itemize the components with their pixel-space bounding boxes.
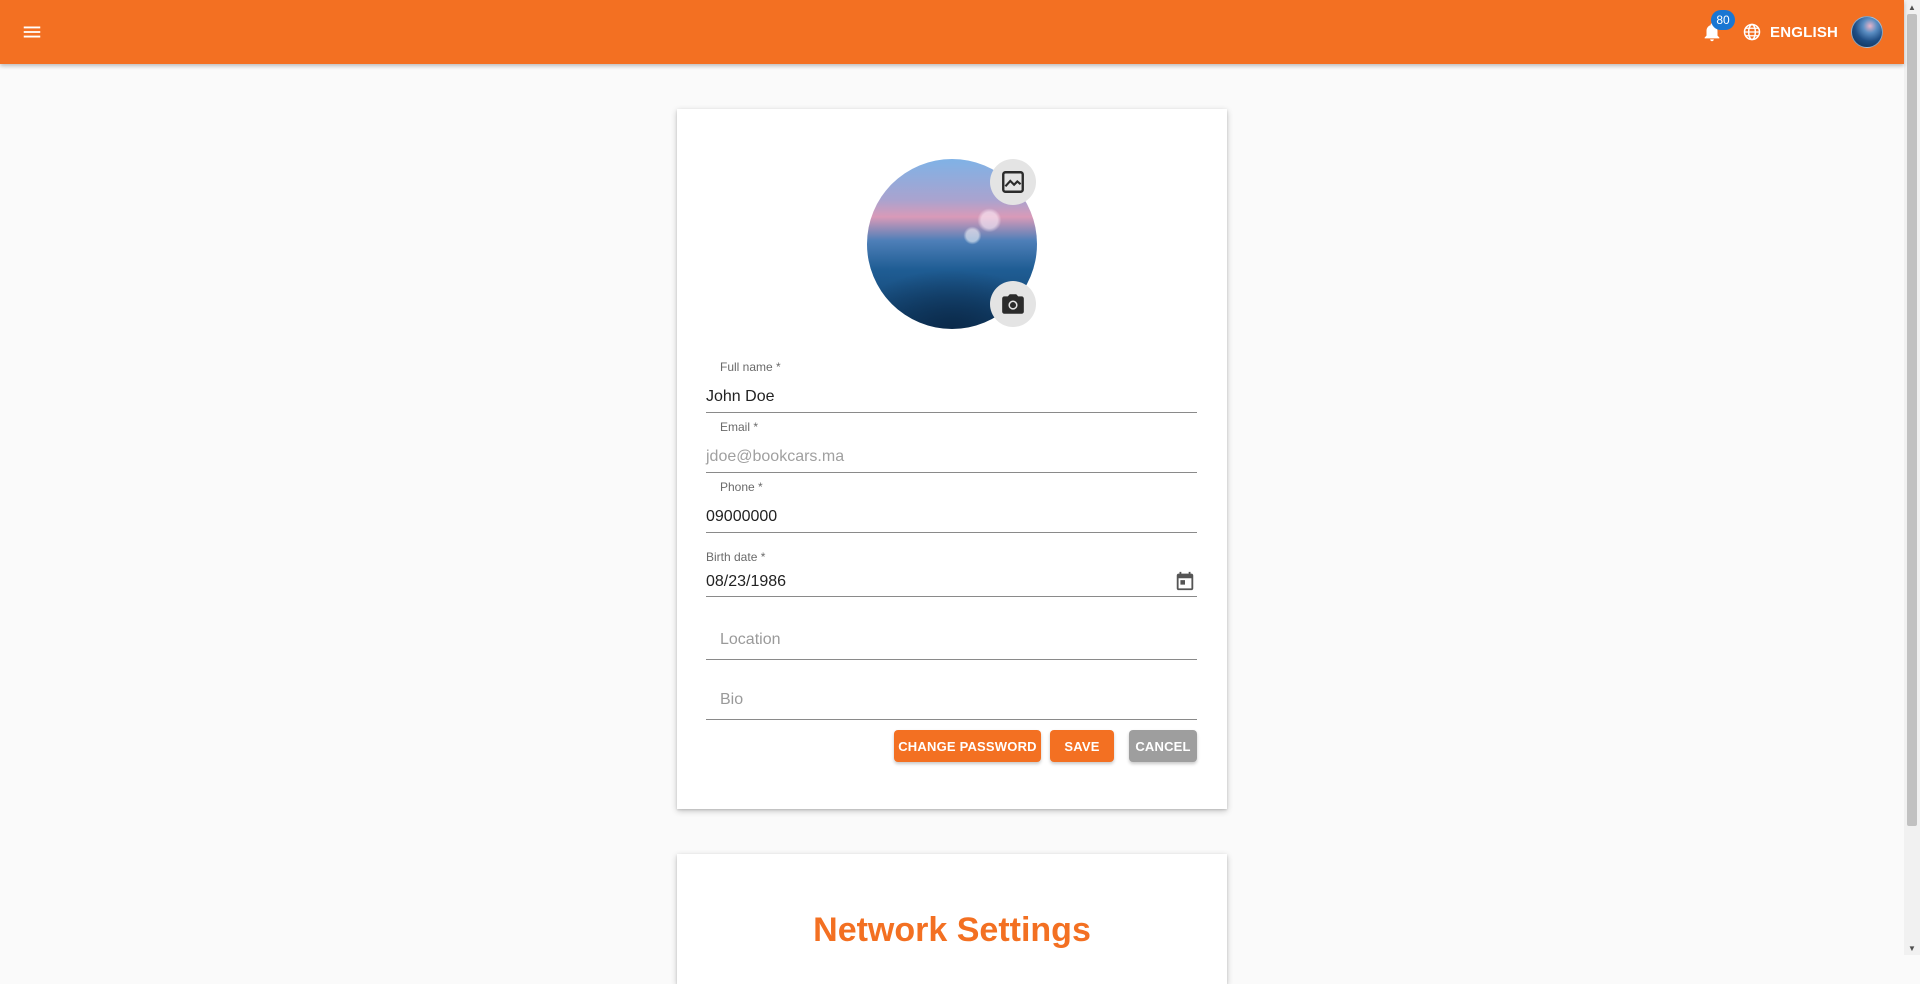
profile-card: Full name * John Doe Email * jdoe@bookca…	[677, 109, 1227, 809]
network-settings-title: Network Settings	[813, 911, 1091, 949]
location-underline	[706, 659, 1197, 660]
birth-date-underline	[706, 596, 1197, 597]
bio-input[interactable]: Bio	[720, 691, 743, 709]
full-name-field[interactable]: Full name * John Doe	[706, 349, 1197, 413]
full-name-input[interactable]: John Doe	[706, 388, 775, 406]
scroll-down-arrow-icon[interactable]: ▼	[1904, 941, 1920, 955]
language-label: ENGLISH	[1770, 23, 1839, 41]
scrollbar-thumb[interactable]	[1907, 14, 1917, 826]
birth-date-field[interactable]: Birth date * 08/23/1986	[706, 539, 1197, 597]
upload-image-button[interactable]	[990, 159, 1036, 205]
bio-field[interactable]: Bio	[706, 669, 1197, 720]
email-input[interactable]: jdoe@bookcars.ma	[706, 448, 844, 466]
notification-badge: 80	[1711, 10, 1735, 30]
change-password-button[interactable]: CHANGE PASSWORD	[894, 730, 1041, 762]
email-label: Email *	[720, 420, 759, 434]
take-photo-button[interactable]	[990, 281, 1036, 327]
app-bar: 80 ENGLISH	[0, 0, 1904, 64]
user-avatar[interactable]	[1851, 16, 1883, 48]
globe-icon	[1743, 23, 1761, 41]
full-name-label: Full name *	[720, 360, 781, 374]
page-scrollbar[interactable]: ▲ ▼	[1904, 0, 1920, 955]
email-field[interactable]: Email * jdoe@bookcars.ma	[706, 409, 1197, 473]
phone-underline	[706, 532, 1197, 533]
language-selector[interactable]: ENGLISH	[1742, 18, 1838, 46]
avatar-editor	[867, 159, 1037, 329]
location-field[interactable]: Location	[706, 609, 1197, 660]
menu-button[interactable]	[16, 16, 48, 48]
calendar-button[interactable]	[1173, 569, 1197, 593]
phone-field[interactable]: Phone * 09000000	[706, 469, 1197, 533]
bio-underline	[706, 719, 1197, 720]
calendar-icon	[1176, 571, 1194, 591]
image-icon	[1002, 171, 1024, 193]
cancel-button[interactable]: CANCEL	[1129, 730, 1197, 762]
birth-date-input[interactable]: 08/23/1986	[706, 573, 786, 591]
birth-date-label: Birth date *	[706, 550, 766, 564]
camera-icon	[1002, 294, 1024, 314]
save-button[interactable]: SAVE	[1050, 730, 1114, 762]
menu-icon	[23, 26, 41, 38]
location-input[interactable]: Location	[720, 631, 781, 649]
phone-input[interactable]: 09000000	[706, 508, 777, 526]
network-settings-card: Network Settings	[677, 854, 1227, 984]
phone-label: Phone *	[720, 480, 763, 494]
scroll-up-arrow-icon[interactable]: ▲	[1904, 0, 1920, 14]
